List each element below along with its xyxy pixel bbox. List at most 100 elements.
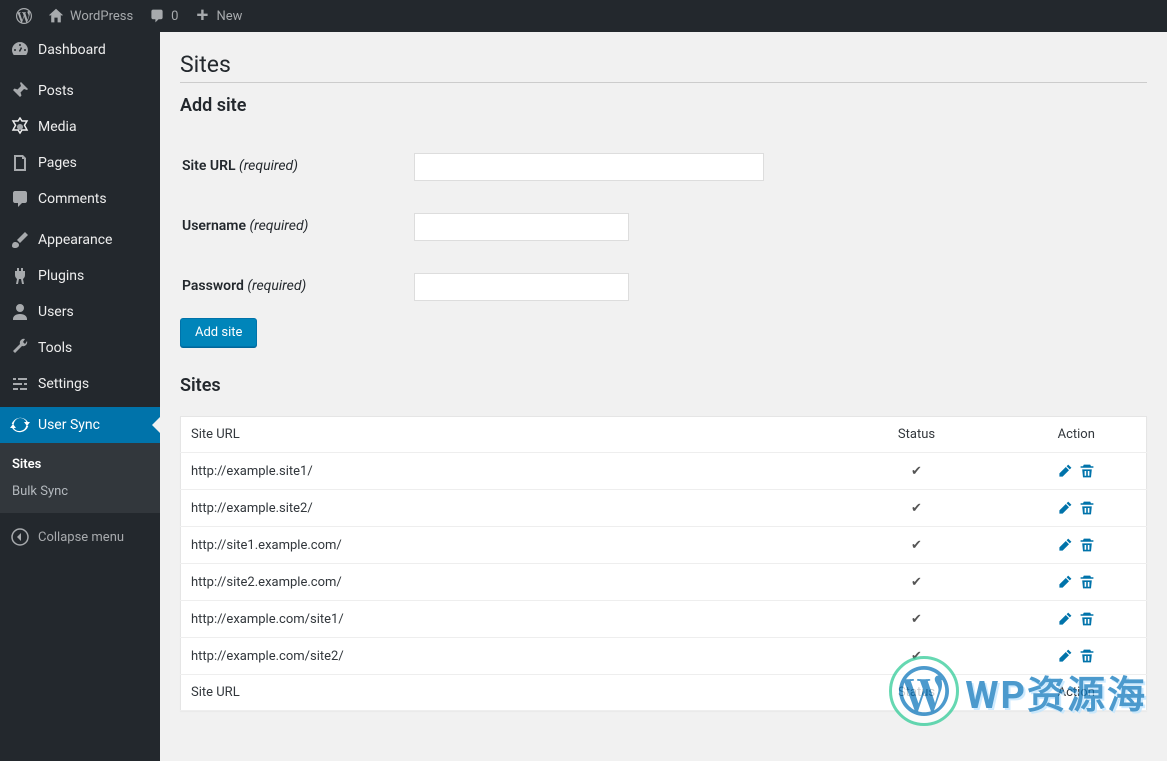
trash-icon: [1079, 611, 1095, 627]
cell-action: [1007, 527, 1147, 564]
page-icon: [10, 153, 30, 173]
sidebar-item-settings[interactable]: Settings: [0, 366, 160, 402]
new-content-menu[interactable]: New: [186, 0, 250, 32]
comments-count: 0: [171, 9, 178, 24]
trash-icon: [1079, 463, 1095, 479]
edit-button[interactable]: [1054, 500, 1076, 515]
check-icon: ✔: [911, 464, 922, 479]
edit-button[interactable]: [1054, 574, 1076, 589]
sidebar-item-posts[interactable]: Posts: [0, 73, 160, 109]
sidebar-label: Users: [38, 304, 74, 320]
sidebar-label: Tools: [38, 340, 72, 356]
th-site-url[interactable]: Site URL: [181, 417, 827, 453]
main-content: Sites Add site Site URL (required) Usern…: [160, 32, 1167, 761]
collapse-label: Collapse menu: [38, 530, 124, 545]
wordpress-logo-icon: [16, 8, 32, 24]
add-site-button[interactable]: Add site: [180, 318, 257, 347]
check-icon: ✔: [911, 575, 922, 590]
delete-button[interactable]: [1076, 537, 1098, 552]
dashboard-icon: [10, 40, 30, 60]
cell-action: [1007, 601, 1147, 638]
site-url-input[interactable]: [414, 153, 764, 181]
check-icon: ✔: [911, 612, 922, 627]
cell-site-url: http://site2.example.com/: [181, 564, 827, 601]
sidebar-label: Pages: [38, 155, 77, 171]
table-row: http://example.com/site2/ ✔: [181, 638, 1147, 675]
sidebar-item-media[interactable]: Media: [0, 109, 160, 145]
username-label: Username (required): [182, 198, 402, 256]
add-site-form: Site URL (required) Username (required) …: [180, 136, 1147, 318]
cell-site-url: http://example.site2/: [181, 490, 827, 527]
edit-button[interactable]: [1054, 648, 1076, 663]
sidebar-item-pages[interactable]: Pages: [0, 145, 160, 181]
add-site-heading: Add site: [180, 95, 1147, 116]
sliders-icon: [10, 374, 30, 394]
th-action[interactable]: Action: [1007, 417, 1147, 453]
submenu-item-sites[interactable]: Sites: [0, 451, 160, 478]
tf-site-url[interactable]: Site URL: [181, 675, 827, 711]
edit-button[interactable]: [1054, 537, 1076, 552]
trash-icon: [1079, 648, 1095, 664]
cell-site-url: http://example.site1/: [181, 453, 827, 490]
username-input[interactable]: [414, 213, 629, 241]
collapse-icon: [10, 527, 30, 547]
tf-action[interactable]: Action: [1007, 675, 1147, 711]
sidebar-label: Appearance: [38, 232, 112, 248]
plug-icon: [10, 266, 30, 286]
comment-icon: [10, 189, 30, 209]
check-icon: ✔: [911, 538, 922, 553]
delete-button[interactable]: [1076, 463, 1098, 478]
trash-icon: [1079, 500, 1095, 516]
cell-status: ✔: [827, 527, 1007, 564]
th-status[interactable]: Status: [827, 417, 1007, 453]
site-name-menu[interactable]: WordPress: [40, 0, 141, 32]
sidebar-label: Comments: [38, 191, 107, 207]
edit-button[interactable]: [1054, 611, 1076, 626]
pencil-icon: [1057, 463, 1073, 479]
new-label: New: [216, 9, 242, 24]
title-separator: [180, 82, 1147, 83]
sidebar-item-usersync[interactable]: User Sync: [0, 407, 160, 443]
pencil-icon: [1057, 500, 1073, 516]
sites-table: Site URL Status Action http://example.si…: [180, 416, 1147, 711]
password-input[interactable]: [414, 273, 629, 301]
sites-list-heading: Sites: [180, 375, 1147, 396]
edit-button[interactable]: [1054, 463, 1076, 478]
collapse-menu[interactable]: Collapse menu: [0, 519, 160, 555]
wp-logo-menu[interactable]: [8, 0, 40, 32]
table-row: http://example.com/site1/✔: [181, 601, 1147, 638]
brush-icon: [10, 230, 30, 250]
media-icon: [10, 117, 30, 137]
cell-status: ✔: [827, 564, 1007, 601]
check-icon: ✔: [911, 649, 922, 664]
sidebar-label: Media: [38, 119, 77, 135]
sidebar-item-plugins[interactable]: Plugins: [0, 258, 160, 294]
tf-status[interactable]: Status: [827, 675, 1007, 711]
delete-button[interactable]: [1076, 648, 1098, 663]
user-icon: [10, 302, 30, 322]
pencil-icon: [1057, 537, 1073, 553]
sidebar-item-dashboard[interactable]: Dashboard: [0, 32, 160, 68]
check-icon: ✔: [911, 501, 922, 516]
submenu-item-bulksync[interactable]: Bulk Sync: [0, 478, 160, 505]
sidebar-item-users[interactable]: Users: [0, 294, 160, 330]
site-name-label: WordPress: [70, 9, 133, 24]
submenu-usersync: Sites Bulk Sync: [0, 443, 160, 513]
comments-menu[interactable]: 0: [141, 0, 186, 32]
delete-button[interactable]: [1076, 574, 1098, 589]
cell-status: ✔: [827, 490, 1007, 527]
delete-button[interactable]: [1076, 611, 1098, 626]
cell-status: ✔: [827, 453, 1007, 490]
sidebar-item-appearance[interactable]: Appearance: [0, 222, 160, 258]
admin-sidebar: Dashboard Posts Media Pages Comments App…: [0, 32, 160, 761]
table-row: http://example.site2/ ✔: [181, 490, 1147, 527]
trash-icon: [1079, 574, 1095, 590]
cell-status: ✔: [827, 638, 1007, 675]
cell-site-url: http://example.com/site2/: [181, 638, 827, 675]
sidebar-label: Plugins: [38, 268, 84, 284]
cell-action: [1007, 453, 1147, 490]
sidebar-item-comments[interactable]: Comments: [0, 181, 160, 217]
cell-action: [1007, 490, 1147, 527]
sidebar-item-tools[interactable]: Tools: [0, 330, 160, 366]
delete-button[interactable]: [1076, 500, 1098, 515]
